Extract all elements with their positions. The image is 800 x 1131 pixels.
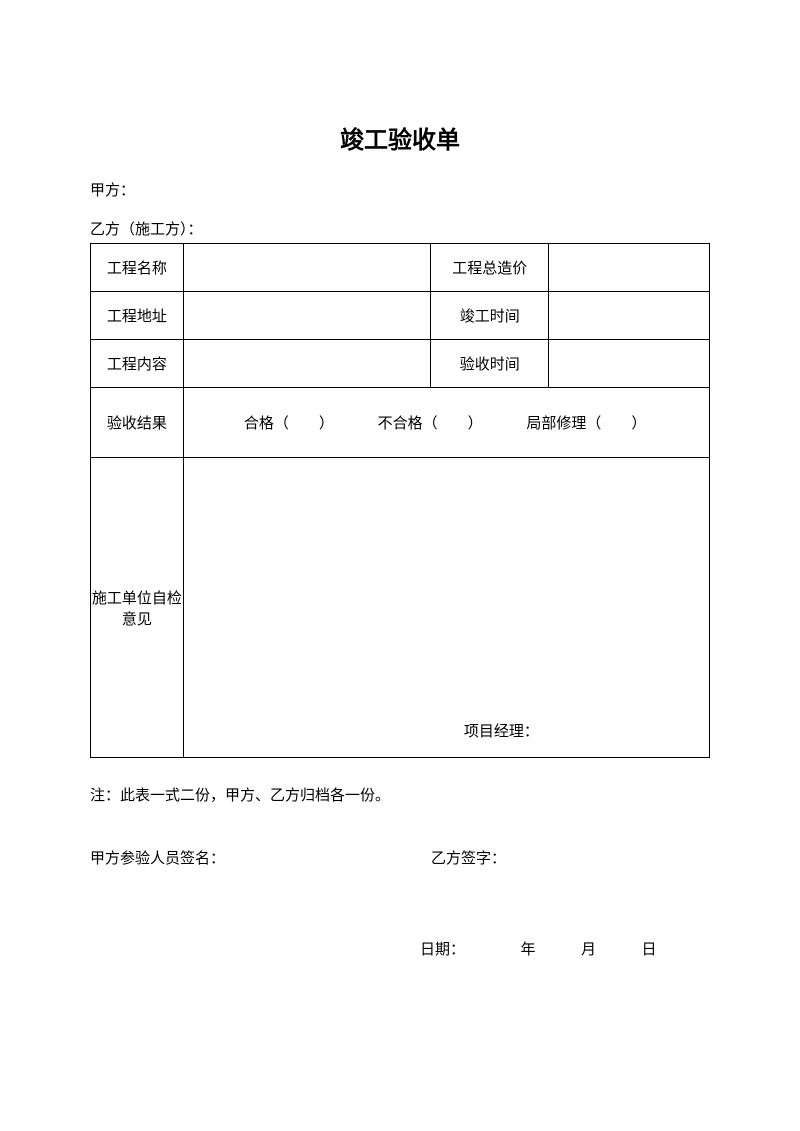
cell-total-price-value[interactable] (549, 244, 710, 292)
cell-project-name-label: 工程名称 (91, 244, 184, 292)
date-line: 日期： 年 月 日 (90, 938, 710, 959)
party-b-label: 乙方（施工方）： (90, 218, 710, 239)
cell-result-label: 验收结果 (91, 388, 184, 458)
party-b-signature-label: 乙方签字： (431, 847, 710, 868)
day-label: 日 (642, 938, 657, 959)
table-row: 工程内容 验收时间 (91, 340, 710, 388)
cell-self-inspection-value[interactable]: 项目经理： (183, 458, 709, 758)
page-container: 竣工验收单 甲方： 乙方（施工方）： 工程名称 工程总造价 工程地址 竣工时间 … (0, 0, 800, 1019)
cell-self-inspection-label: 施工单位自检意见 (91, 458, 184, 758)
table-row: 验收结果 合格（ ） 不合格（ ） 局部修理（ ） (91, 388, 710, 458)
date-label: 日期： (420, 938, 465, 959)
project-manager-label: 项目经理： (464, 720, 539, 741)
result-pass-option[interactable]: 合格（ ） (244, 412, 334, 433)
form-table: 工程名称 工程总造价 工程地址 竣工时间 工程内容 验收时间 验收结果 合格（ … (90, 243, 710, 758)
cell-completion-time-value[interactable] (549, 292, 710, 340)
cell-acceptance-time-value[interactable] (549, 340, 710, 388)
year-label: 年 (521, 938, 536, 959)
cell-project-name-value[interactable] (183, 244, 431, 292)
party-a-signature-label: 甲方参验人员签名： (90, 847, 431, 868)
cell-address-value[interactable] (183, 292, 431, 340)
party-a-label: 甲方： (90, 179, 710, 200)
table-row: 工程名称 工程总造价 (91, 244, 710, 292)
footnote: 注：此表一式二份，甲方、乙方归档各一份。 (90, 784, 710, 805)
table-row: 施工单位自检意见 项目经理： (91, 458, 710, 758)
cell-address-label: 工程地址 (91, 292, 184, 340)
month-label: 月 (581, 938, 596, 959)
signature-row: 甲方参验人员签名： 乙方签字： (90, 847, 710, 868)
cell-result-options[interactable]: 合格（ ） 不合格（ ） 局部修理（ ） (183, 388, 709, 458)
cell-acceptance-time-label: 验收时间 (431, 340, 549, 388)
result-partial-option[interactable]: 局部修理（ ） (526, 412, 646, 433)
cell-completion-time-label: 竣工时间 (431, 292, 549, 340)
page-title: 竣工验收单 (90, 120, 710, 155)
result-fail-option[interactable]: 不合格（ ） (378, 412, 483, 433)
cell-content-label: 工程内容 (91, 340, 184, 388)
cell-total-price-label: 工程总造价 (431, 244, 549, 292)
table-row: 工程地址 竣工时间 (91, 292, 710, 340)
cell-content-value[interactable] (183, 340, 431, 388)
